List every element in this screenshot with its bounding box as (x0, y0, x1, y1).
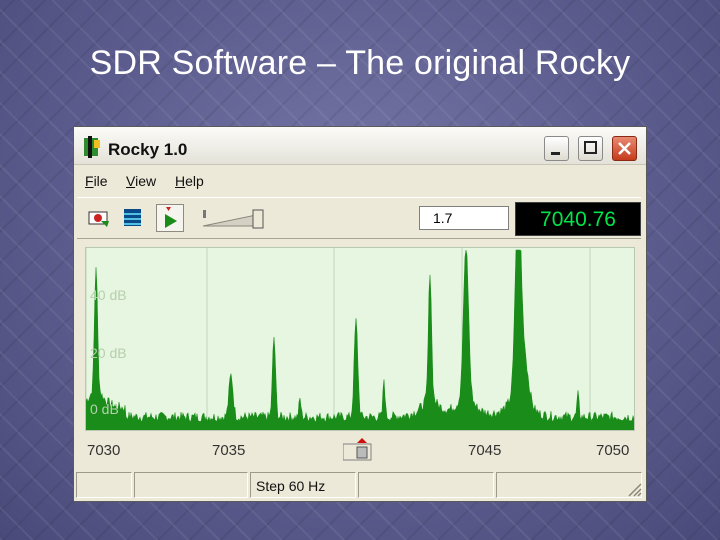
toolbar: 1.7 7040.76 (77, 197, 641, 239)
menu-view[interactable]: View (126, 173, 156, 189)
db-label-20: 20 dB (90, 345, 127, 361)
settings-icon (88, 211, 109, 227)
minimize-button[interactable] (544, 136, 569, 161)
menu-view-accel: V (126, 173, 136, 189)
freq-tick-7045: 7045 (468, 442, 502, 459)
status-pane-4 (358, 472, 494, 498)
waterfall-icon (124, 209, 141, 226)
status-bar: Step 60 Hz (76, 472, 644, 499)
frequency-display: 7040.76 (515, 202, 641, 236)
status-pane-left (76, 472, 132, 498)
slide-title: SDR Software – The original Rocky (89, 44, 631, 82)
menu-bar: File View Help File,View,Help (74, 169, 646, 193)
db-label-40: 40 dB (90, 287, 127, 303)
waterfall-button[interactable] (119, 204, 147, 232)
settings-button[interactable] (85, 204, 113, 232)
menu-help-label: elp (185, 173, 204, 189)
minimize-icon (551, 152, 560, 155)
tuning-marker[interactable] (343, 437, 387, 463)
play-icon (165, 207, 177, 228)
gain-input[interactable]: 1.7 (419, 206, 509, 230)
title-bar[interactable]: Rocky 1.0 (74, 127, 646, 165)
menu-file-accel: F (85, 173, 94, 189)
menu-help[interactable]: Help (175, 173, 204, 189)
freq-tick-7035: 7035 (212, 442, 246, 459)
close-icon (618, 142, 631, 155)
db-label-0: 0 dB (90, 401, 119, 417)
spectrum-trace (86, 249, 634, 430)
menu-file-label: ile (93, 173, 108, 189)
frequency-axis: 7030 7035 7045 7050 (85, 433, 635, 463)
maximize-button[interactable] (578, 136, 603, 161)
freq-tick-7050: 7050 (596, 442, 630, 459)
play-button[interactable] (156, 204, 184, 232)
spectrum-plot (86, 248, 634, 430)
resize-grip-icon[interactable] (626, 481, 642, 497)
volume-slider[interactable] (201, 208, 275, 230)
close-button[interactable] (612, 136, 637, 161)
menu-file[interactable]: File (85, 173, 108, 189)
window-title: Rocky 1.0 (108, 140, 188, 159)
spectrum-display[interactable]: 40 dB 20 dB 0 dB (85, 247, 635, 431)
rocky-window: Rocky 1.0 File View Help File,View,Help (73, 126, 647, 502)
maximize-icon (584, 141, 597, 154)
status-step: Step 60 Hz (250, 472, 356, 498)
status-pane-5 (496, 472, 642, 498)
status-pane-2 (134, 472, 248, 498)
app-icon (84, 136, 100, 158)
menu-view-label: iew (135, 173, 157, 189)
freq-tick-7030: 7030 (87, 442, 121, 459)
menu-help-accel: H (175, 173, 186, 189)
